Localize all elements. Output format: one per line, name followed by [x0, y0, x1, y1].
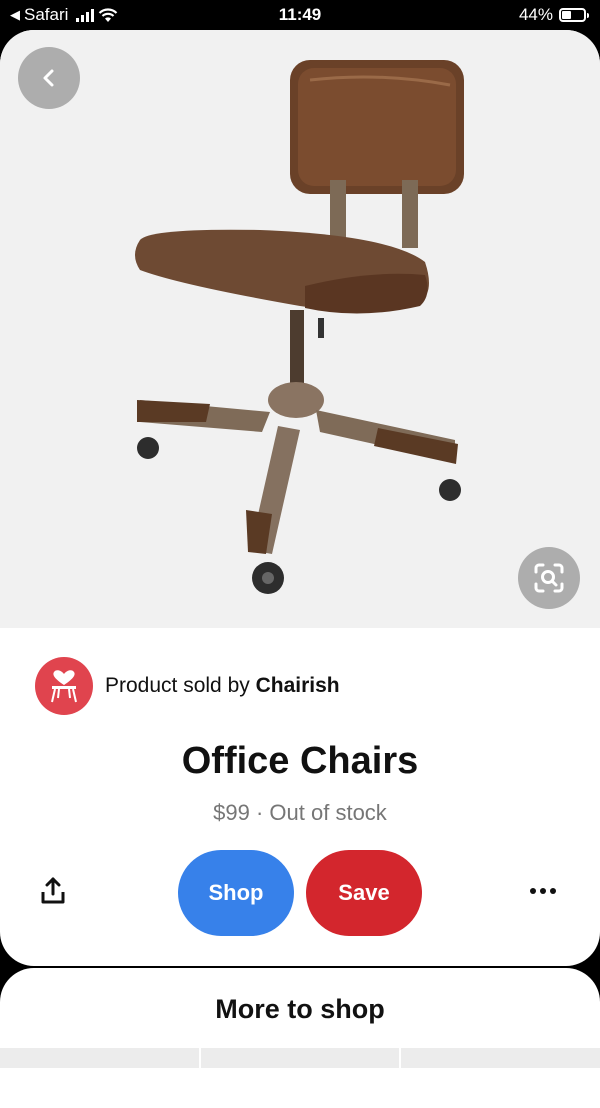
thumbnail[interactable]	[0, 1048, 199, 1068]
product-card: Product sold by Chairish Office Chairs $…	[0, 30, 600, 966]
more-to-shop-title: More to shop	[215, 994, 385, 1024]
office-chair-illustration	[135, 60, 464, 594]
battery-percent: 44%	[518, 5, 553, 24]
thumbnail[interactable]	[200, 1048, 400, 1068]
share-icon[interactable]	[40, 877, 66, 905]
heart-chair-logo-icon	[51, 670, 77, 703]
status-bar: ◀ Safari 11:49 44%	[0, 0, 600, 30]
seller-prefix: Product sold by	[105, 674, 250, 697]
seller-row[interactable]: Product sold by Chairish	[35, 657, 340, 715]
product-image[interactable]	[0, 30, 600, 628]
more-dots-icon[interactable]	[530, 888, 556, 894]
thumbnail[interactable]	[401, 1048, 600, 1068]
product-title: Office Chairs	[181, 740, 419, 782]
battery-icon	[559, 8, 589, 22]
more-to-shop-card: More to shop	[0, 968, 600, 1108]
lens-search-icon	[534, 563, 564, 593]
back-button[interactable]	[18, 47, 80, 109]
clock: 11:49	[278, 5, 322, 24]
visual-search-button[interactable]	[518, 547, 580, 609]
shop-button[interactable]: Shop	[178, 850, 294, 936]
chevron-left-icon	[43, 69, 54, 87]
price-availability: $99 · Out of stock	[213, 800, 387, 825]
action-row: Shop Save	[0, 850, 600, 938]
save-button[interactable]: Save	[306, 850, 422, 936]
seller-name[interactable]: Chairish	[256, 674, 340, 697]
seller-text: Product sold by Chairish	[105, 674, 340, 698]
thumbnail-strip	[0, 1048, 600, 1068]
battery-fill	[562, 11, 572, 19]
seller-logo[interactable]	[35, 657, 93, 715]
